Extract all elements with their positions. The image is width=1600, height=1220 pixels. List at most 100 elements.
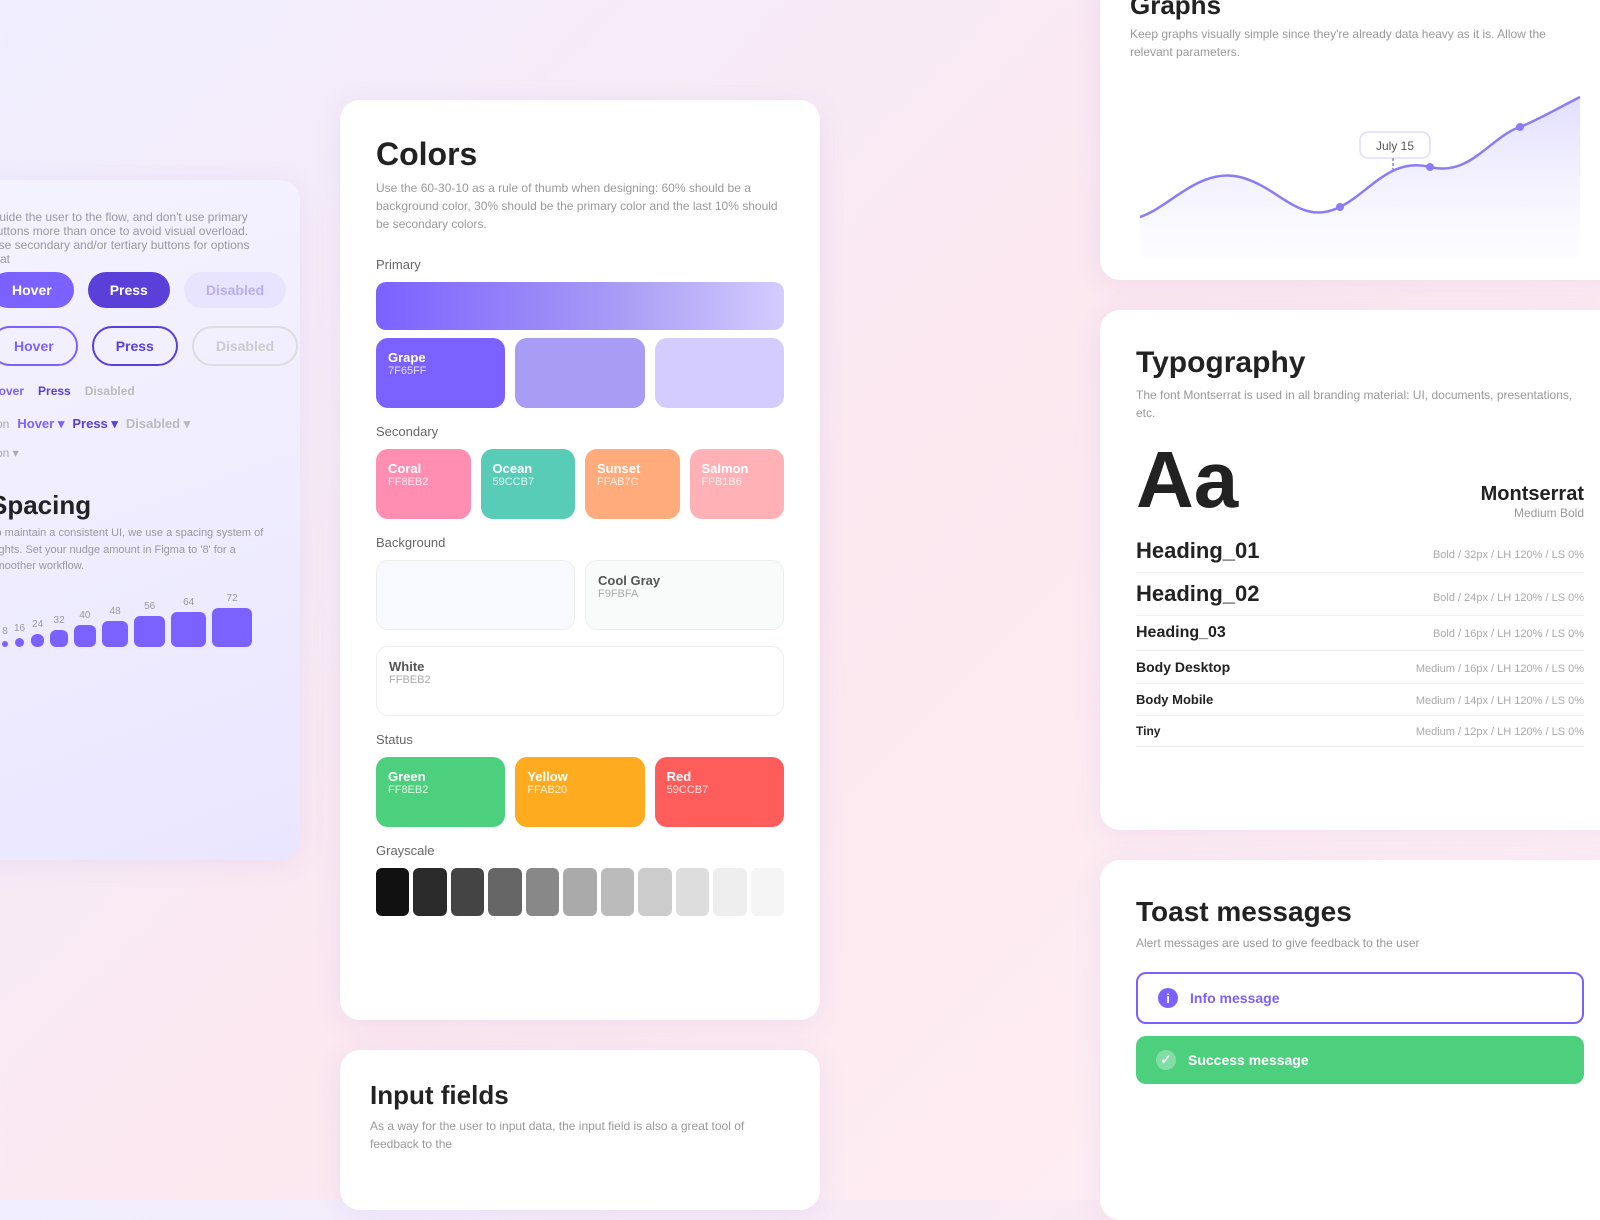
typo-style-name: Heading_01: [1136, 538, 1260, 564]
secondary-label: Secondary: [376, 424, 784, 439]
spacing-item-56: 56: [134, 601, 165, 647]
dropdown-label-1: tion: [0, 417, 9, 431]
grape-swatch: Grape 7F65FF: [376, 338, 505, 408]
background-label: Background: [376, 535, 784, 550]
bg-swatch-1: [376, 560, 575, 630]
spacing-box: [134, 616, 165, 647]
typography-styles: Heading_01Bold / 32px / LH 120% / LS 0%H…: [1136, 530, 1584, 747]
hover-button-3[interactable]: Hover: [0, 384, 24, 398]
typo-style-spec: Medium / 16px / LH 120% / LS 0%: [1416, 663, 1584, 675]
disabled-button-1: Disabled: [184, 272, 286, 308]
coral-swatch: Coral FF8EB2: [376, 449, 471, 519]
spacing-label: 40: [79, 610, 90, 621]
spacing-box: [31, 634, 44, 647]
font-name: Montserrat: [1481, 483, 1584, 506]
spacing-title: Spacing: [0, 490, 270, 521]
background-swatches-row: Cool Gray F9FBFA: [376, 560, 784, 630]
typo-row-tiny: TinyMedium / 12px / LH 120% / LS 0%: [1136, 716, 1584, 747]
white-swatch-row: White FFBEB2: [376, 646, 784, 716]
spacing-item-72: 72: [212, 593, 252, 648]
graph-tooltip-text: July 15: [1376, 139, 1414, 153]
colors-title: Colors: [376, 136, 784, 173]
press-button-3[interactable]: Press: [38, 384, 71, 398]
input-fields-title: Input fields: [370, 1080, 790, 1111]
press-button-2[interactable]: Press: [92, 326, 178, 366]
toast-info-message: i Info message: [1136, 972, 1584, 1024]
btn-row-3: Hover Press Disabled: [0, 384, 270, 398]
spacing-box: [15, 638, 24, 647]
disabled-button-2: Disabled: [192, 326, 298, 366]
spacing-box: [74, 625, 96, 647]
typo-style-spec: Bold / 24px / LH 120% / LS 0%: [1433, 592, 1584, 604]
typo-style-spec: Bold / 16px / LH 120% / LS 0%: [1433, 628, 1584, 640]
typography-card: Typography The font Montserrat is used i…: [1100, 310, 1600, 830]
graph-area: July 15: [1130, 77, 1590, 257]
white-swatch: White FFBEB2: [376, 646, 784, 716]
salmon-swatch: Salmon FFB1B6: [690, 449, 785, 519]
red-swatch: Red 59CCB7: [655, 757, 784, 827]
hover-button-1[interactable]: Hover: [0, 272, 74, 308]
typography-aa: Aa: [1136, 440, 1238, 520]
spacing-item-24: 24: [31, 619, 44, 647]
toast-success-icon: ✓: [1156, 1050, 1176, 1070]
grayscale-item-1: [413, 868, 446, 916]
grayscale-item-4: [526, 868, 559, 916]
grayscale-item-3: [488, 868, 521, 916]
graph-dot-1: [1336, 203, 1344, 211]
spacing-section: Spacing To maintain a consistent UI, we …: [0, 490, 270, 647]
status-swatches-row: Green FF8EB2 Yellow FFAB20 Red 59CCB7: [376, 757, 784, 827]
toast-info-icon: i: [1158, 988, 1178, 1008]
spacing-box: [50, 630, 68, 648]
typography-title: Typography: [1136, 346, 1584, 380]
buttons-description: Guide the user to the flow, and don't us…: [0, 210, 270, 266]
toast-info-text: Info message: [1190, 990, 1279, 1006]
ocean-swatch: Ocean 59CCB7: [481, 449, 576, 519]
spacing-box: [171, 612, 206, 647]
cool-gray-swatch: Cool Gray F9FBFA: [585, 560, 784, 630]
disabled-button-4: Disabled ▾: [126, 416, 190, 432]
graph-dot-2: [1426, 163, 1434, 171]
typo-row-heading-02: Heading_02Bold / 24px / LH 120% / LS 0%: [1136, 573, 1584, 616]
spacing-label: 72: [227, 593, 238, 604]
yellow-swatch: Yellow FFAB20: [515, 757, 644, 827]
spacing-item-32: 32: [50, 615, 68, 648]
spacing-box: [102, 621, 128, 647]
press-button-4[interactable]: Press ▾: [72, 416, 118, 432]
btn-row-2: Hover Press Disabled: [0, 326, 270, 366]
press-button-1[interactable]: Press: [88, 272, 170, 308]
graph-title: Graphs: [1130, 0, 1590, 21]
typo-style-name: Tiny: [1136, 724, 1160, 738]
spacing-label: 48: [110, 606, 121, 617]
grape-lighter-swatch: [655, 338, 784, 408]
grayscale-item-7: [638, 868, 671, 916]
typo-style-name: Heading_03: [1136, 624, 1226, 642]
primary-strip: [376, 282, 784, 330]
graph-desc: Keep graphs visually simple since they'r…: [1130, 25, 1590, 61]
typo-row-heading-03: Heading_03 Bold / 16px / LH 120% / LS 0%: [1136, 616, 1584, 651]
toast-desc: Alert messages are used to give feedback…: [1136, 934, 1584, 952]
input-fields-card: Input fields As a way for the user to in…: [340, 1050, 820, 1210]
font-weights: Medium Bold: [1481, 506, 1584, 520]
graph-card: Graphs Keep graphs visually simple since…: [1100, 0, 1600, 280]
hover-button-2[interactable]: Hover: [0, 326, 78, 366]
spacing-desc: To maintain a consistent UI, we use a sp…: [0, 525, 270, 575]
toast-success-text: Success message: [1188, 1052, 1309, 1068]
spacing-item-16: 16: [14, 623, 25, 647]
spacing-box: [2, 641, 8, 647]
typo-style-name: Body Desktop: [1136, 659, 1230, 675]
green-swatch: Green FF8EB2: [376, 757, 505, 827]
typo-row-body desktop: Body Desktop Medium / 16px / LH 120% / LS…: [1136, 651, 1584, 684]
buttons-card: Guide the user to the flow, and don't us…: [0, 180, 300, 860]
grayscale-item-2: [451, 868, 484, 916]
graph-svg: July 15: [1130, 77, 1590, 257]
grayscale-row: [376, 868, 784, 916]
dropdown-label-2: tion ▾: [0, 446, 19, 460]
typo-row-heading-01: Heading_01Bold / 32px / LH 120% / LS 0%: [1136, 530, 1584, 573]
spacing-label: 56: [144, 601, 155, 612]
hover-button-4[interactable]: Hover ▾: [17, 416, 64, 432]
secondary-swatches-row: Coral FF8EB2 Ocean 59CCB7 Sunset FFAB7C …: [376, 449, 784, 519]
grayscale-item-10: [751, 868, 784, 916]
spacing-label: 8: [2, 626, 8, 637]
grape-light-swatch: [515, 338, 644, 408]
grayscale-item-8: [676, 868, 709, 916]
